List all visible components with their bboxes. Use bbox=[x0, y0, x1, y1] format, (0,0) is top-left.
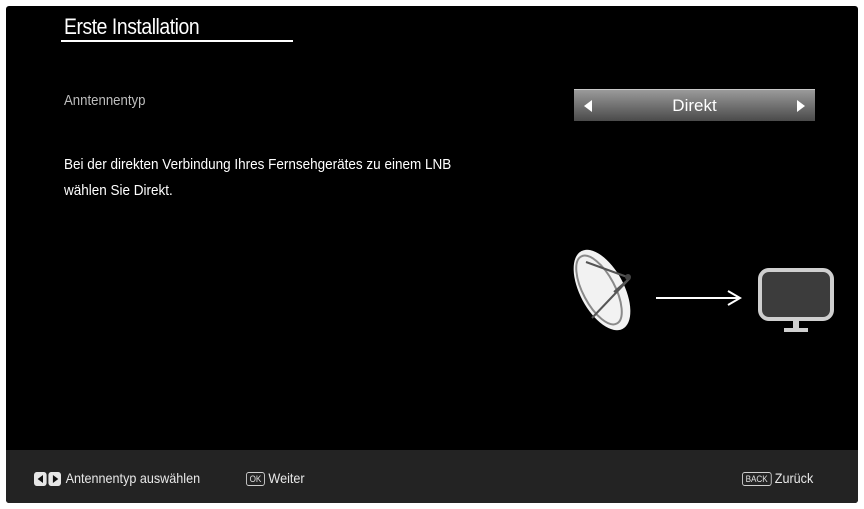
arrow-right-icon bbox=[656, 290, 742, 306]
left-arrow-key-icon bbox=[34, 472, 47, 487]
tv-icon bbox=[758, 268, 834, 332]
satellite-dish-icon bbox=[573, 249, 631, 331]
ok-hint-label: Weiter bbox=[268, 470, 305, 486]
select-hint-label: Antennentyp auswählen bbox=[65, 470, 201, 486]
description-line-2: wählen Sie Direkt. bbox=[64, 182, 173, 199]
footer-bar: Antennentyp auswählen OK Weiter BACK Zur… bbox=[6, 450, 858, 503]
description-text: Bei der direkten Verbindung Ihres Fernse… bbox=[64, 152, 532, 204]
antenna-type-value: Direkt bbox=[672, 96, 717, 115]
title-underline bbox=[61, 40, 293, 42]
ok-key-icon: OK bbox=[246, 472, 265, 487]
connection-diagram bbox=[573, 249, 834, 332]
page-title: Erste Installation bbox=[64, 14, 200, 39]
antenna-type-label: Anntennentyp bbox=[64, 92, 146, 109]
back-hint[interactable]: BACK Zurück bbox=[742, 470, 814, 487]
select-hint: Antennentyp auswählen bbox=[34, 470, 201, 487]
back-key-icon: BACK bbox=[742, 472, 772, 487]
ok-hint[interactable]: OK Weiter bbox=[246, 470, 305, 487]
right-arrow-key-icon bbox=[48, 472, 61, 487]
antenna-type-selector[interactable]: Direkt bbox=[574, 89, 815, 121]
back-hint-label: Zurück bbox=[774, 470, 814, 486]
tv-screen: Erste Installation Anntennentyp Direkt B… bbox=[6, 6, 858, 503]
description-line-1: Bei der direkten Verbindung Ihres Fernse… bbox=[64, 156, 452, 173]
selector-right-arrow-icon[interactable] bbox=[797, 100, 805, 112]
